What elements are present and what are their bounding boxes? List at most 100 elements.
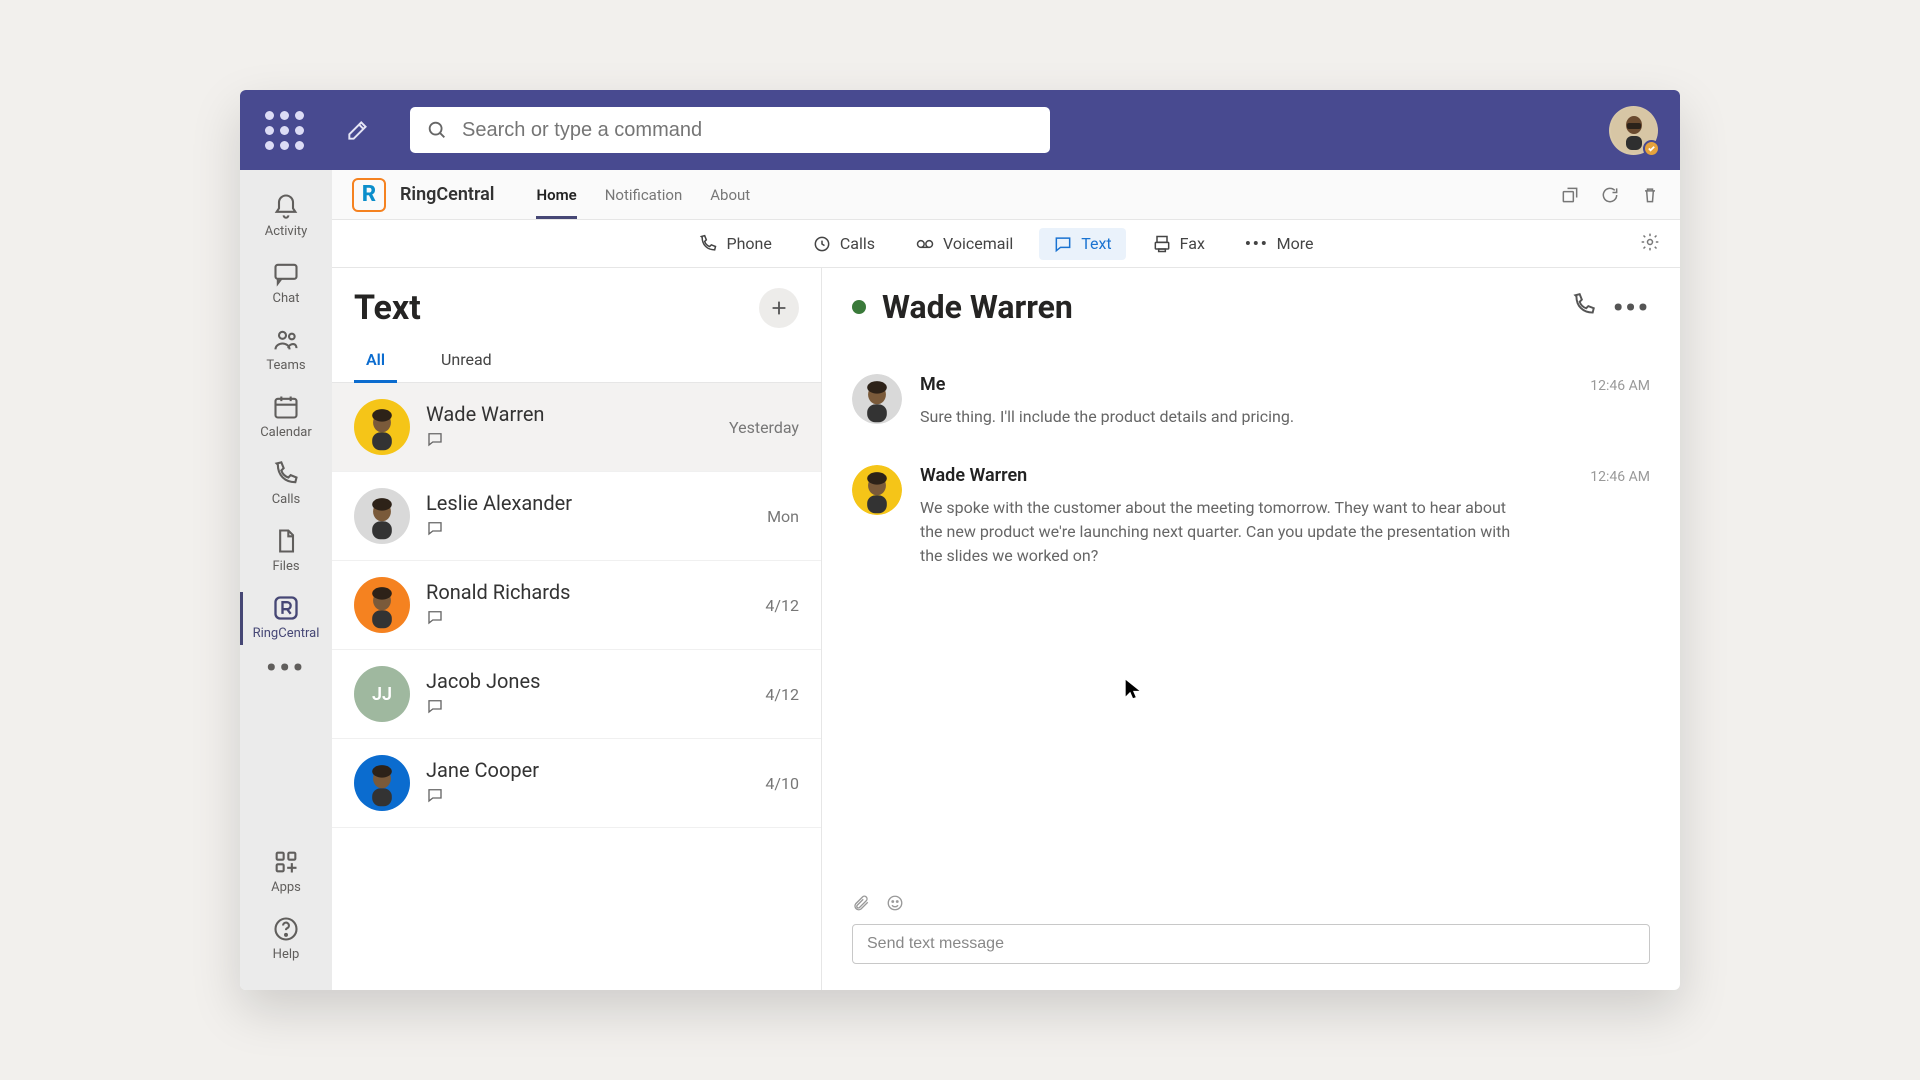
emoji-icon[interactable] — [886, 894, 904, 916]
rail-help[interactable]: Help — [240, 907, 332, 972]
chat-title: Wade Warren — [882, 288, 1555, 326]
main-area: R RingCentral Home Notification About — [332, 170, 1680, 990]
rail-chat[interactable]: Chat — [240, 251, 332, 316]
conversation-item[interactable]: Jane Cooper4/10 — [332, 739, 821, 828]
ringcentral-icon — [272, 594, 300, 622]
conversation-item[interactable]: Leslie Alexander Mon — [332, 472, 821, 561]
rail-ringcentral[interactable]: RingCentral — [240, 586, 332, 651]
profile-avatar[interactable] — [1609, 106, 1658, 155]
chat-icon — [272, 259, 300, 287]
rail-label: Calls — [272, 492, 301, 507]
conversation-item[interactable]: Ronald Richards4/12 — [332, 561, 821, 650]
tool-label: More — [1277, 234, 1314, 253]
message-icon — [426, 697, 749, 719]
rc-tab-home[interactable]: Home — [536, 170, 576, 219]
tool-label: Fax — [1180, 234, 1205, 253]
compose-icon[interactable] — [336, 108, 380, 152]
conversation-time: 4/12 — [765, 685, 799, 704]
compose-area — [822, 880, 1680, 990]
message-text: Sure thing. I'll include the product det… — [920, 405, 1520, 429]
rail-calendar[interactable]: Calendar — [240, 385, 332, 450]
rc-tabs: Home Notification About — [536, 170, 750, 219]
attach-icon[interactable] — [852, 894, 870, 916]
left-rail: Activity Chat Teams Calendar Calls — [240, 170, 332, 990]
file-icon — [272, 527, 300, 555]
message-icon — [426, 786, 749, 808]
tool-text[interactable]: Text — [1039, 228, 1125, 260]
rail-label: Activity — [265, 224, 308, 239]
message-icon — [1053, 234, 1073, 254]
chat-pane: Wade Warren ••• Me12:46 AMSure thing. I'… — [822, 268, 1680, 990]
filter-unread[interactable]: Unread — [397, 336, 536, 383]
bell-icon — [272, 192, 300, 220]
rail-label: Calendar — [260, 425, 312, 440]
refresh-icon[interactable] — [1600, 185, 1620, 205]
call-button[interactable] — [1571, 292, 1597, 322]
tool-voicemail[interactable]: Voicemail — [901, 228, 1027, 260]
conversation-time: Yesterday — [729, 418, 799, 437]
tool-more[interactable]: ••• More — [1231, 228, 1328, 259]
rail-label: Apps — [271, 880, 301, 895]
conversation-name: Jacob Jones — [426, 669, 749, 693]
rail-calls[interactable]: Calls — [240, 452, 332, 517]
rc-toolbar: Phone Calls Voicemail Text — [332, 220, 1680, 268]
rail-label: Chat — [273, 291, 300, 306]
message-time: 12:46 AM — [1590, 378, 1650, 394]
message-input[interactable] — [852, 924, 1650, 964]
tool-fax[interactable]: Fax — [1138, 228, 1219, 260]
tool-phone[interactable]: Phone — [684, 228, 785, 260]
settings-icon[interactable] — [1640, 232, 1660, 256]
presence-dot-icon — [852, 300, 866, 314]
rail-label: Help — [273, 947, 300, 962]
calendar-icon — [272, 393, 300, 421]
tool-label: Voicemail — [943, 234, 1013, 253]
rail-apps[interactable]: Apps — [240, 840, 332, 905]
rc-tab-notification[interactable]: Notification — [605, 170, 683, 219]
rail-activity[interactable]: Activity — [240, 184, 332, 249]
message: Wade Warren 12:46 AM We spoke with the cus… — [852, 447, 1650, 586]
rail-label: Teams — [266, 358, 305, 373]
conversation-name: Leslie Alexander — [426, 491, 751, 515]
search-box[interactable] — [410, 107, 1050, 153]
message-icon — [426, 608, 749, 630]
message-text: We spoke with the customer about the mee… — [920, 496, 1520, 568]
ellipsis-icon: ••• — [1245, 234, 1269, 253]
conversation-name: Jane Cooper — [426, 758, 749, 782]
list-title: Text — [354, 288, 421, 328]
avatar — [354, 577, 410, 633]
conversation-item[interactable]: Wade Warren Yesterday — [332, 383, 821, 472]
delete-icon[interactable] — [1640, 185, 1660, 205]
help-icon — [272, 915, 300, 943]
avatar — [354, 399, 410, 455]
tool-label: Phone — [726, 234, 771, 253]
message-time: 12:46 AM — [1590, 469, 1650, 485]
avatar — [354, 755, 410, 811]
rail-files[interactable]: Files — [240, 519, 332, 584]
avatar — [354, 488, 410, 544]
fax-icon — [1152, 234, 1172, 254]
message-sender: Wade Warren — [920, 465, 1027, 486]
search-input[interactable] — [462, 119, 1034, 142]
message: Me12:46 AMSure thing. I'll include the p… — [852, 356, 1650, 447]
rail-teams[interactable]: Teams — [240, 318, 332, 383]
conversation-item[interactable]: JJ Jacob Jones 4/12 — [332, 650, 821, 739]
chat-header: Wade Warren ••• — [822, 268, 1680, 346]
chat-more-button[interactable]: ••• — [1613, 291, 1650, 324]
rail-more[interactable]: ••• — [240, 653, 332, 685]
tool-calls[interactable]: Calls — [798, 228, 889, 260]
filter-all[interactable]: All — [354, 336, 397, 383]
tool-label: Text — [1081, 234, 1111, 253]
popout-icon[interactable] — [1560, 185, 1580, 205]
message-icon — [426, 430, 713, 452]
avatar: JJ — [354, 666, 410, 722]
rc-tab-about[interactable]: About — [710, 170, 750, 219]
rail-label: Files — [272, 559, 299, 574]
cursor-icon — [1122, 678, 1144, 704]
conversation-time: Mon — [767, 507, 799, 526]
new-message-button[interactable] — [759, 288, 799, 328]
conversation-time: 4/12 — [765, 596, 799, 615]
conversation-name: Wade Warren — [426, 402, 713, 426]
app-launcher-icon[interactable] — [262, 108, 306, 152]
teams-icon — [272, 326, 300, 354]
conversation-list-pane: Text All Unread Wade Warren Yesterday Lesl… — [332, 268, 822, 990]
